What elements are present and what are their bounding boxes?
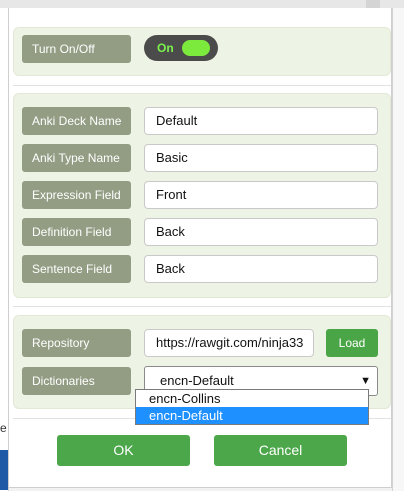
dictionary-selected-value: encn-Default <box>160 373 234 388</box>
enable-toggle[interactable]: On <box>144 35 218 61</box>
dictionary-dropdown-list: encn-Collins encn-Default <box>135 389 369 425</box>
deck-name-label: Anki Deck Name <box>22 107 131 135</box>
load-button[interactable]: Load <box>326 329 378 357</box>
repository-label: Repository <box>22 329 131 357</box>
browser-toolbar-edge <box>0 0 404 8</box>
type-name-input[interactable]: Basic <box>144 144 378 172</box>
sentence-field-label: Sentence Field <box>22 255 131 283</box>
dictionary-option[interactable]: encn-Collins <box>136 390 368 407</box>
definition-field-label: Definition Field <box>22 218 131 246</box>
dictionary-option-selected[interactable]: encn-Default <box>136 407 368 424</box>
dictionaries-label: Dictionaries <box>22 367 131 395</box>
cancel-button[interactable]: Cancel <box>214 435 347 466</box>
enable-panel: Turn On/Off On <box>13 27 391 76</box>
turn-on-off-label: Turn On/Off <box>22 35 131 63</box>
background-page-right <box>392 8 404 491</box>
anki-options-panel: Anki Deck Name Default Anki Type Name Ba… <box>13 93 391 298</box>
sentence-field-input[interactable]: Back <box>144 255 378 283</box>
section-divider <box>13 85 391 86</box>
deck-name-input[interactable]: Default <box>144 107 378 135</box>
expression-field-label: Expression Field <box>22 181 131 209</box>
type-name-label: Anki Type Name <box>22 144 131 172</box>
popup-anchor-tab <box>366 0 380 8</box>
background-page-text: e <box>0 421 7 435</box>
expression-field-input[interactable]: Front <box>144 181 378 209</box>
toggle-knob <box>182 40 210 56</box>
background-page-blue-block <box>0 450 8 490</box>
toggle-state-text: On <box>157 41 174 55</box>
definition-field-input[interactable]: Back <box>144 218 378 246</box>
section-divider <box>13 306 391 307</box>
ok-button[interactable]: OK <box>57 435 190 466</box>
repository-input[interactable]: https://rawgit.com/ninja33 <box>144 329 314 357</box>
